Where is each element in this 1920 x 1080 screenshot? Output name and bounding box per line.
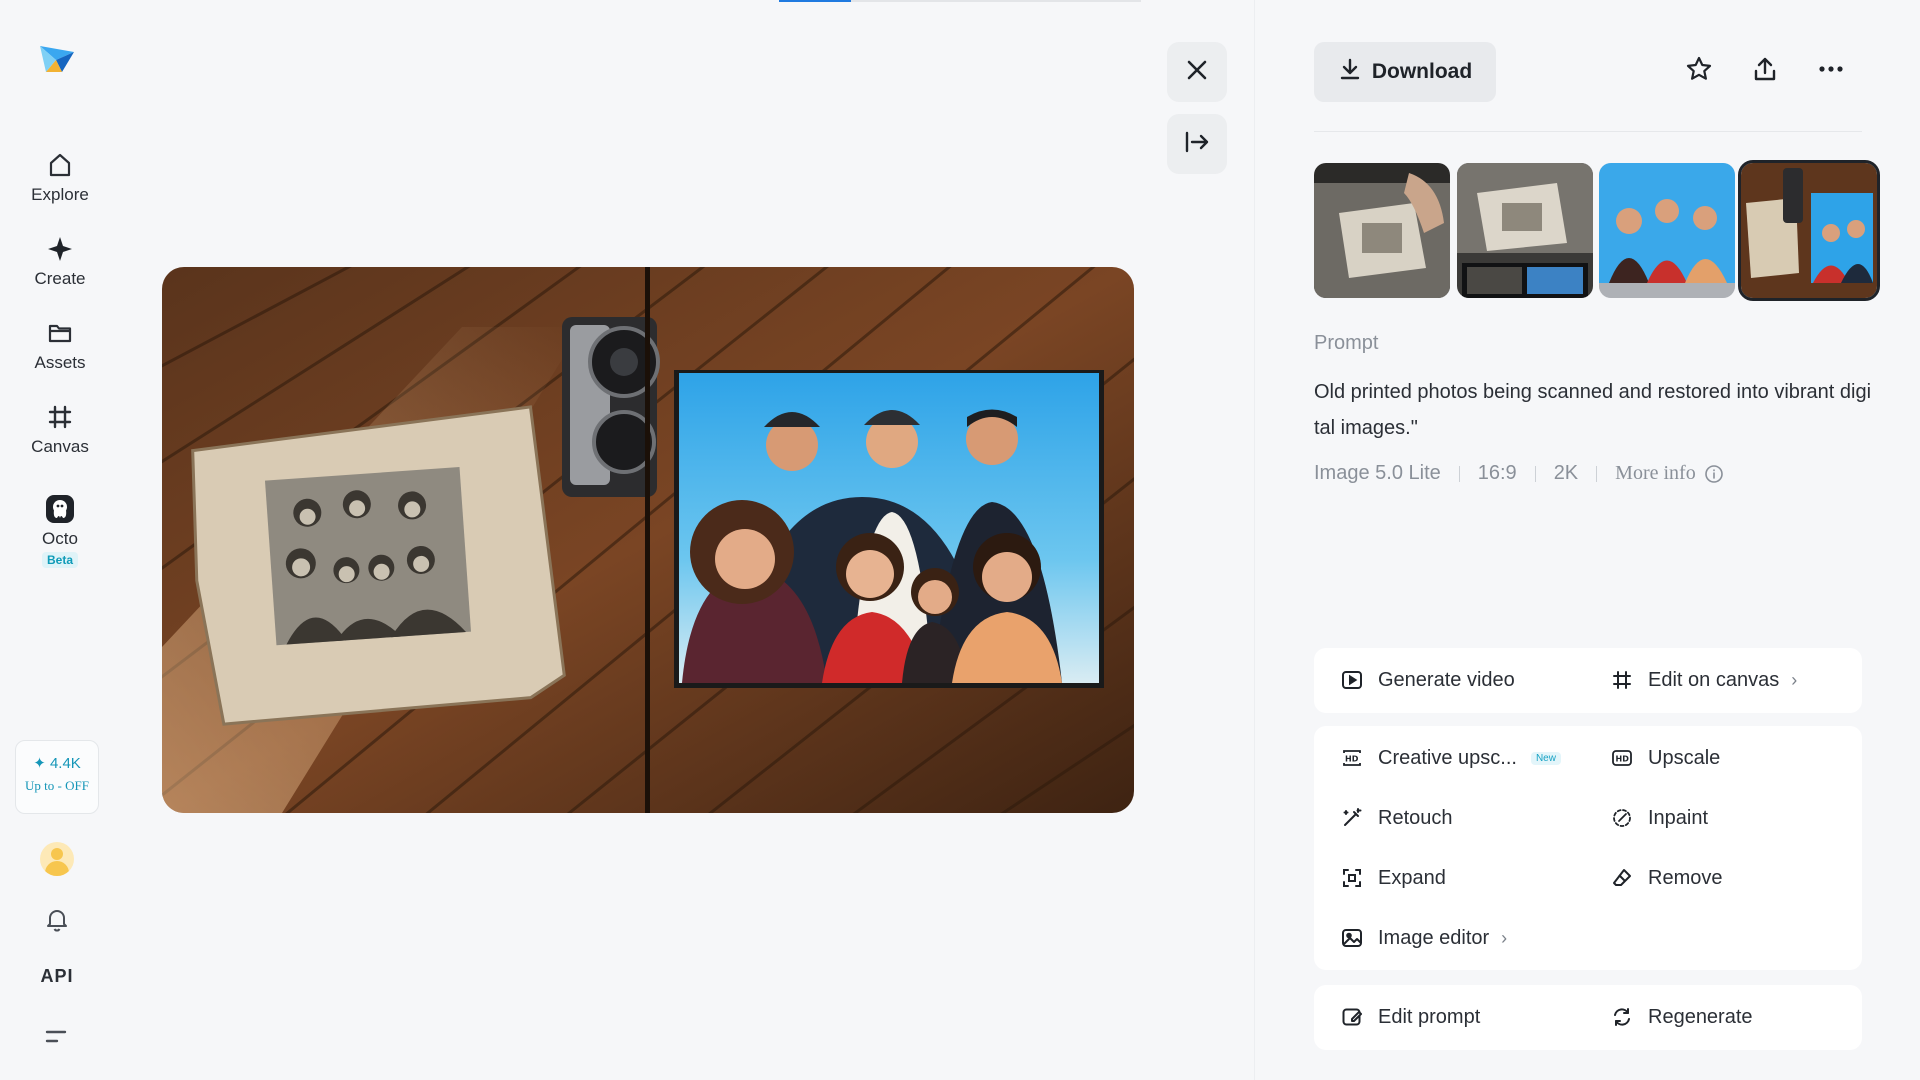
more-info-link[interactable]: More info: [1615, 462, 1724, 485]
sidebar-item-label: Octo: [42, 529, 78, 548]
home-icon: [45, 150, 75, 180]
edit-on-canvas-button[interactable]: Edit on canvas ›: [1610, 668, 1797, 692]
loading-progress-bar: [779, 0, 1141, 2]
hash-canvas-icon: [1610, 668, 1634, 692]
sidebar-item-label: Canvas: [31, 437, 89, 456]
sidebar-item-label: Assets: [34, 353, 86, 372]
thumbnail-1[interactable]: [1314, 163, 1450, 298]
image-edit-icon: [1340, 926, 1364, 950]
inpaint-button[interactable]: Inpaint: [1610, 806, 1708, 830]
edit-tools-card: HD Creative upsc... New HD Upscale Retou…: [1314, 726, 1862, 970]
bell-icon[interactable]: [43, 905, 71, 933]
play-video-icon: [1340, 668, 1364, 692]
model-name: Image 5.0 Lite: [1314, 462, 1441, 484]
download-icon: [1338, 57, 1362, 87]
creative-upscale-button[interactable]: HD Creative upsc... New: [1340, 746, 1561, 770]
thumbnail-4-selected[interactable]: [1738, 160, 1880, 301]
loading-progress-fill: [779, 0, 852, 2]
menu-icon[interactable]: [44, 1026, 70, 1048]
collapse-panel-button[interactable]: [1167, 114, 1227, 174]
sidebar-item-octo[interactable]: Octo Beta: [0, 494, 120, 569]
hd-sparkle-icon: HD: [1340, 746, 1364, 770]
retouch-button[interactable]: Retouch: [1340, 806, 1453, 830]
avatar[interactable]: [40, 842, 74, 876]
sidebar-item-assets[interactable]: Assets: [0, 318, 120, 373]
folder-icon: [45, 318, 75, 348]
upscale-button[interactable]: HD Upscale: [1610, 746, 1720, 770]
left-sidebar: Explore Create Assets Canvas Octo Beta ✦…: [0, 0, 120, 1080]
beta-badge: Beta: [41, 552, 78, 568]
octo-icon: [45, 494, 75, 524]
panel-divider: [1254, 0, 1255, 1080]
download-label: Download: [1371, 60, 1473, 83]
info-icon: [1704, 464, 1723, 483]
close-icon: [1184, 57, 1210, 88]
api-link[interactable]: API: [30, 966, 84, 987]
remove-button[interactable]: Remove: [1610, 866, 1722, 890]
refresh-icon: [1610, 1005, 1634, 1029]
hd-icon: HD: [1610, 746, 1634, 770]
credits-promo-box[interactable]: ✦ 4.4K Up to - OFF: [15, 740, 99, 814]
sidebar-item-explore[interactable]: Explore: [0, 150, 120, 205]
thumbnail-2[interactable]: [1457, 163, 1593, 298]
resolution: 2K: [1553, 462, 1579, 484]
generated-image-preview[interactable]: [162, 267, 1134, 813]
sidebar-item-label: Explore: [31, 185, 89, 204]
favorite-button[interactable]: [1683, 55, 1715, 87]
share-button[interactable]: [1749, 55, 1781, 87]
sidebar-item-create[interactable]: Create: [0, 234, 120, 289]
aspect-ratio: 16:9: [1477, 462, 1517, 484]
image-editor-button[interactable]: Image editor ›: [1340, 926, 1507, 950]
credits-promo-text: Up to - OFF: [25, 778, 89, 793]
regenerate-button[interactable]: Regenerate: [1610, 1005, 1753, 1029]
svg-text:HD: HD: [1616, 755, 1630, 764]
prompt-actions-card: Edit prompt Regenerate: [1314, 985, 1862, 1050]
credits-value: ✦ 4.4K: [33, 755, 81, 772]
magic-wand-icon: [1340, 806, 1364, 830]
download-button[interactable]: Download: [1314, 42, 1496, 102]
image-meta-row: Image 5.0 Lite 16:9 2K More info: [1314, 462, 1724, 485]
chevron-right-icon: ›: [1791, 669, 1798, 690]
expand-button[interactable]: Expand: [1340, 866, 1446, 890]
new-badge: New: [1530, 751, 1561, 765]
arrow-right-to-line-icon: [1183, 129, 1211, 160]
primary-actions-card: Generate video Edit on canvas ›: [1314, 648, 1862, 713]
eraser-icon: [1610, 866, 1634, 890]
sidebar-item-label: Create: [34, 269, 86, 288]
edit-prompt-button[interactable]: Edit prompt: [1340, 1005, 1480, 1029]
brush-circle-icon: [1610, 806, 1634, 830]
generate-video-button[interactable]: Generate video: [1340, 668, 1515, 692]
star-icon: [1685, 55, 1713, 88]
hash-canvas-icon: [45, 402, 75, 432]
sparkle-icon: [45, 234, 75, 264]
sidebar-item-canvas[interactable]: Canvas: [0, 402, 120, 457]
prompt-text: Old printed photos being scanned and res…: [1314, 381, 1872, 439]
share-upload-icon: [1751, 55, 1779, 88]
more-horizontal-icon: [1817, 55, 1845, 88]
prompt-title: Prompt: [1314, 332, 1379, 354]
expand-frame-icon: [1340, 866, 1364, 890]
close-button[interactable]: [1167, 42, 1227, 102]
more-options-button[interactable]: [1815, 55, 1847, 87]
edit-square-icon: [1340, 1005, 1364, 1029]
app-logo[interactable]: [36, 38, 78, 80]
thumbnail-3[interactable]: [1599, 163, 1735, 298]
svg-text:HD: HD: [1345, 755, 1359, 764]
chevron-right-icon: ›: [1501, 927, 1508, 948]
panel-divider-line: [1314, 131, 1862, 132]
